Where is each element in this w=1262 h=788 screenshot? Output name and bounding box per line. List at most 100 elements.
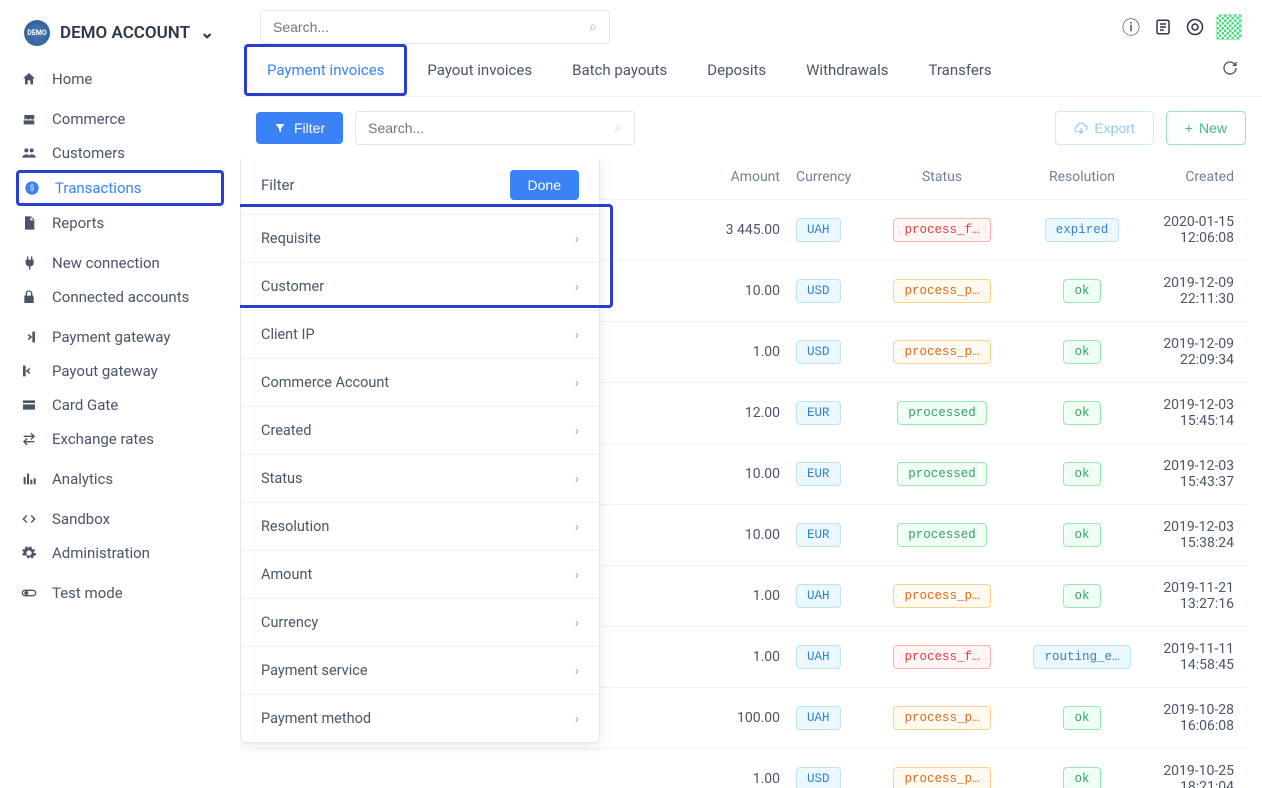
help-icon[interactable] bbox=[1184, 16, 1206, 38]
nav-label: Connected accounts bbox=[52, 288, 189, 306]
nav-label: Commerce bbox=[52, 110, 125, 128]
cell-created: 2019-12-03 15:43:37 bbox=[1152, 458, 1246, 490]
tab-transfers[interactable]: Transfers bbox=[908, 47, 1011, 93]
status-badge: process_p… bbox=[893, 340, 990, 364]
filter-item-label: Currency bbox=[261, 614, 318, 631]
col-currency: Currency bbox=[796, 169, 872, 185]
app-grid-icon[interactable] bbox=[1216, 14, 1242, 40]
filter-item-customer[interactable]: Customer› bbox=[241, 262, 599, 310]
nav-payout-gateway[interactable]: Payout gateway bbox=[0, 354, 240, 388]
account-switcher[interactable]: DEMO DEMO ACCOUNT ⌄ bbox=[0, 10, 240, 62]
chevron-right-icon: › bbox=[575, 567, 579, 583]
tab-label: Payment invoices bbox=[267, 61, 384, 79]
nav-home[interactable]: Home bbox=[0, 62, 240, 96]
nav-exchange-rates[interactable]: Exchange rates bbox=[0, 422, 240, 456]
currency-badge: EUR bbox=[796, 523, 841, 547]
filter-item-status[interactable]: Status› bbox=[241, 454, 599, 502]
toolbar: Filter ⌕ Export + New bbox=[240, 97, 1262, 159]
tab-label: Withdrawals bbox=[806, 61, 888, 79]
filter-item-payment-service[interactable]: Payment service› bbox=[241, 646, 599, 694]
toggle-icon bbox=[20, 585, 38, 601]
filter-item-amount[interactable]: Amount› bbox=[241, 550, 599, 598]
users-icon bbox=[20, 145, 38, 161]
resolution-badge: ok bbox=[1063, 462, 1100, 486]
cell-created: 2019-12-03 15:45:14 bbox=[1152, 397, 1246, 429]
arrow-in-icon bbox=[20, 329, 38, 345]
filter-icon bbox=[274, 122, 286, 134]
tab-withdrawals[interactable]: Withdrawals bbox=[786, 47, 908, 93]
export-button-label: Export bbox=[1094, 120, 1134, 136]
cell-created: 2019-10-25 18:21:04 bbox=[1152, 763, 1246, 788]
status-badge: process_p… bbox=[893, 706, 990, 730]
export-button[interactable]: Export bbox=[1055, 111, 1153, 145]
status-badge: process_p… bbox=[893, 584, 990, 608]
resolution-badge: ok bbox=[1063, 706, 1100, 730]
svg-text:$: $ bbox=[30, 184, 35, 193]
chevron-down-icon: ⌄ bbox=[200, 23, 214, 43]
nav-reports[interactable]: Reports bbox=[0, 206, 240, 240]
docs-icon[interactable] bbox=[1152, 16, 1174, 38]
nav-payment-gateway[interactable]: Payment gateway bbox=[0, 320, 240, 354]
filter-item-currency[interactable]: Currency› bbox=[241, 598, 599, 646]
nav-customers[interactable]: Customers bbox=[0, 136, 240, 170]
info-icon[interactable]: ⓘ bbox=[1120, 16, 1142, 38]
resolution-badge: ok bbox=[1063, 279, 1100, 303]
nav-connected-accounts[interactable]: Connected accounts bbox=[0, 280, 240, 314]
exchange-icon bbox=[20, 431, 38, 447]
nav-administration[interactable]: Administration bbox=[0, 536, 240, 570]
filter-item-label: Resolution bbox=[261, 518, 329, 535]
nav-test-mode[interactable]: Test mode bbox=[0, 576, 240, 610]
nav-transactions[interactable]: $ Transactions bbox=[19, 173, 221, 203]
cell-created: 2019-11-11 14:58:45 bbox=[1152, 641, 1246, 673]
new-button[interactable]: + New bbox=[1166, 111, 1246, 145]
nav-label: Customers bbox=[52, 144, 125, 162]
nav-label: New connection bbox=[52, 254, 160, 272]
plug-icon bbox=[20, 255, 38, 271]
main: ⌕ ⓘ Payment invoices Payout invoices Bat… bbox=[240, 0, 1262, 788]
filter-item-requisite[interactable]: Requisite › bbox=[241, 214, 599, 262]
tab-payout-invoices[interactable]: Payout invoices bbox=[407, 47, 552, 93]
nav-new-connection[interactable]: New connection bbox=[0, 246, 240, 280]
cell-created: 2020-01-15 12:06:08 bbox=[1152, 214, 1246, 246]
global-search[interactable]: ⌕ bbox=[260, 10, 610, 44]
currency-badge: UAH bbox=[796, 218, 841, 242]
refresh-button[interactable] bbox=[1202, 46, 1258, 94]
nav-label: Administration bbox=[52, 544, 150, 562]
nav-label: Payout gateway bbox=[52, 362, 158, 380]
currency-badge: USD bbox=[796, 767, 841, 788]
filter-item-created[interactable]: Created› bbox=[241, 406, 599, 454]
cell-amount: 1.00 bbox=[696, 588, 796, 604]
nav-card-gate[interactable]: Card Gate bbox=[0, 388, 240, 422]
nav-label: Transactions bbox=[55, 179, 142, 197]
table-search-input[interactable] bbox=[368, 120, 614, 136]
filter-item-label: Requisite bbox=[261, 230, 321, 247]
nav-commerce[interactable]: Commerce bbox=[0, 102, 240, 136]
filter-item-client-ip[interactable]: Client IP› bbox=[241, 310, 599, 358]
filter-button[interactable]: Filter bbox=[256, 112, 343, 144]
status-badge: processed bbox=[897, 401, 987, 425]
chevron-right-icon: › bbox=[575, 231, 579, 247]
tab-batch-payouts[interactable]: Batch payouts bbox=[552, 47, 687, 93]
status-badge: process_f… bbox=[893, 218, 990, 242]
filter-done-button[interactable]: Done bbox=[510, 170, 579, 200]
tab-deposits[interactable]: Deposits bbox=[687, 47, 786, 93]
status-badge: process_f… bbox=[893, 645, 990, 669]
nav-analytics[interactable]: Analytics bbox=[0, 462, 240, 496]
topbar: ⌕ ⓘ bbox=[240, 0, 1262, 44]
filter-item-label: Payment method bbox=[261, 710, 371, 727]
account-badge-icon: DEMO bbox=[24, 20, 50, 46]
filter-item-commerce-account[interactable]: Commerce Account› bbox=[241, 358, 599, 406]
nav-label: Exchange rates bbox=[52, 430, 154, 448]
filter-item-label: Customer bbox=[261, 278, 324, 295]
tab-payment-invoices[interactable]: Payment invoices bbox=[244, 44, 407, 96]
table-search[interactable]: ⌕ bbox=[355, 111, 635, 145]
table-row[interactable]: 1.00USDprocess_p…ok2019-10-25 18:21:04 bbox=[256, 748, 1246, 788]
resolution-badge: ok bbox=[1063, 523, 1100, 547]
currency-badge: USD bbox=[796, 279, 841, 303]
cell-created: 2019-12-09 22:11:30 bbox=[1152, 275, 1246, 307]
nav-sandbox[interactable]: Sandbox bbox=[0, 502, 240, 536]
filter-item-resolution[interactable]: Resolution› bbox=[241, 502, 599, 550]
global-search-input[interactable] bbox=[273, 19, 589, 35]
filter-item-label: Status bbox=[261, 470, 302, 487]
filter-item-payment-method[interactable]: Payment method› bbox=[241, 694, 599, 742]
